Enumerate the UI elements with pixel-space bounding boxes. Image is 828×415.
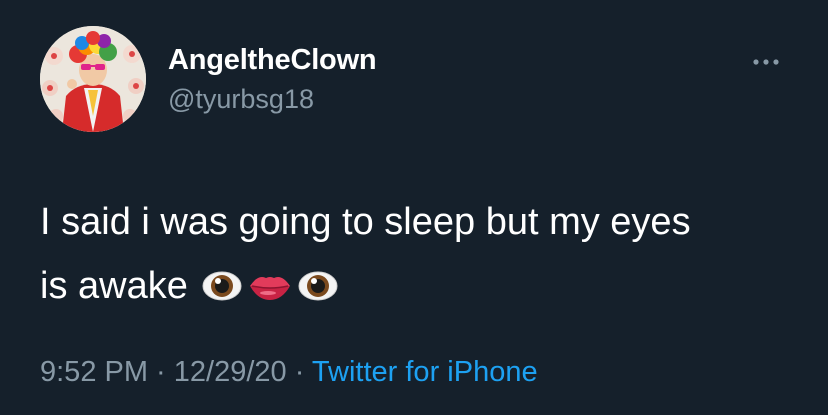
tweet-meta: 9:52 PM · 12/29/20 · Twitter for iPhone [40, 356, 538, 389]
tweet-time[interactable]: 9:52 PM [40, 356, 148, 388]
lips-emoji [249, 276, 290, 300]
more-options-icon [753, 59, 779, 65]
emoji-row [202, 252, 344, 316]
meta-separator: · [148, 356, 174, 388]
tweet-text-line-2: is awake [40, 254, 800, 318]
tweet-text-line-1: I said i was going to sleep but my eyes [40, 201, 691, 243]
tweet-card: AngeltheClown @tyurbsg18 I said i was go… [0, 0, 828, 415]
more-options-button[interactable] [746, 50, 786, 74]
avatar-image [40, 26, 146, 132]
tweet-text-line-2-text: is awake [40, 265, 188, 307]
meta-separator: · [286, 356, 312, 388]
display-name[interactable]: AngeltheClown [168, 44, 377, 77]
eye-emoji [202, 271, 242, 301]
tweet-date[interactable]: 12/29/20 [174, 356, 287, 388]
tweet-source-link[interactable]: Twitter for iPhone [312, 356, 538, 388]
user-handle[interactable]: @tyurbsg18 [168, 84, 314, 115]
avatar[interactable] [40, 26, 146, 132]
tweet-text: I said i was going to sleep but my eyes … [40, 190, 800, 318]
eye-emoji [298, 271, 338, 301]
